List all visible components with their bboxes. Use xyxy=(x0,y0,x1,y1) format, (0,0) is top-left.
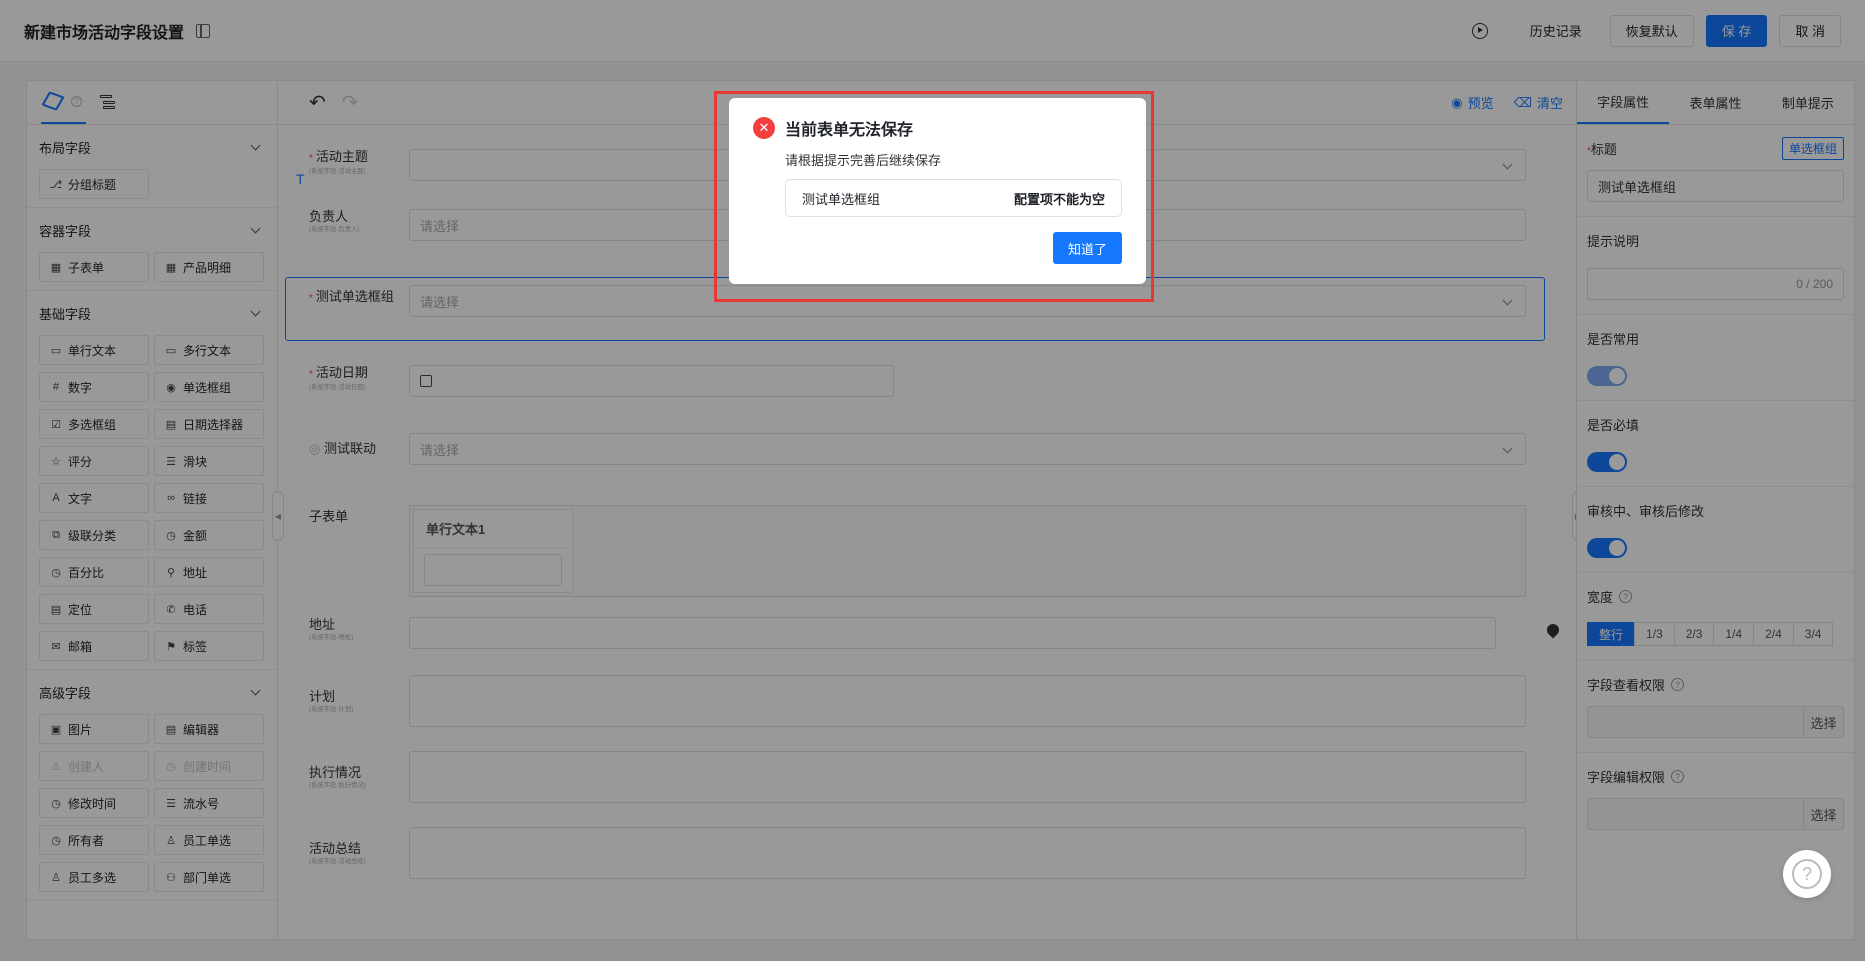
save-error-dialog: ✕ 当前表单无法保存 请根据提示完善后继续保存 测试单选框组 配置项不能为空 知… xyxy=(729,98,1146,284)
help-float-button[interactable]: ? xyxy=(1783,850,1831,898)
dialog-description: 请根据提示完善后继续保存 xyxy=(785,153,942,168)
error-message: 配置项不能为空 xyxy=(1013,191,1105,207)
dialog-title: 当前表单无法保存 xyxy=(785,122,914,139)
error-field-name: 测试单选框组 xyxy=(802,191,881,207)
ok-button[interactable]: 知道了 xyxy=(1052,232,1122,264)
error-icon: ✕ xyxy=(753,117,775,139)
error-item: 测试单选框组 配置项不能为空 xyxy=(785,179,1122,217)
help-icon: ? xyxy=(1792,859,1822,889)
